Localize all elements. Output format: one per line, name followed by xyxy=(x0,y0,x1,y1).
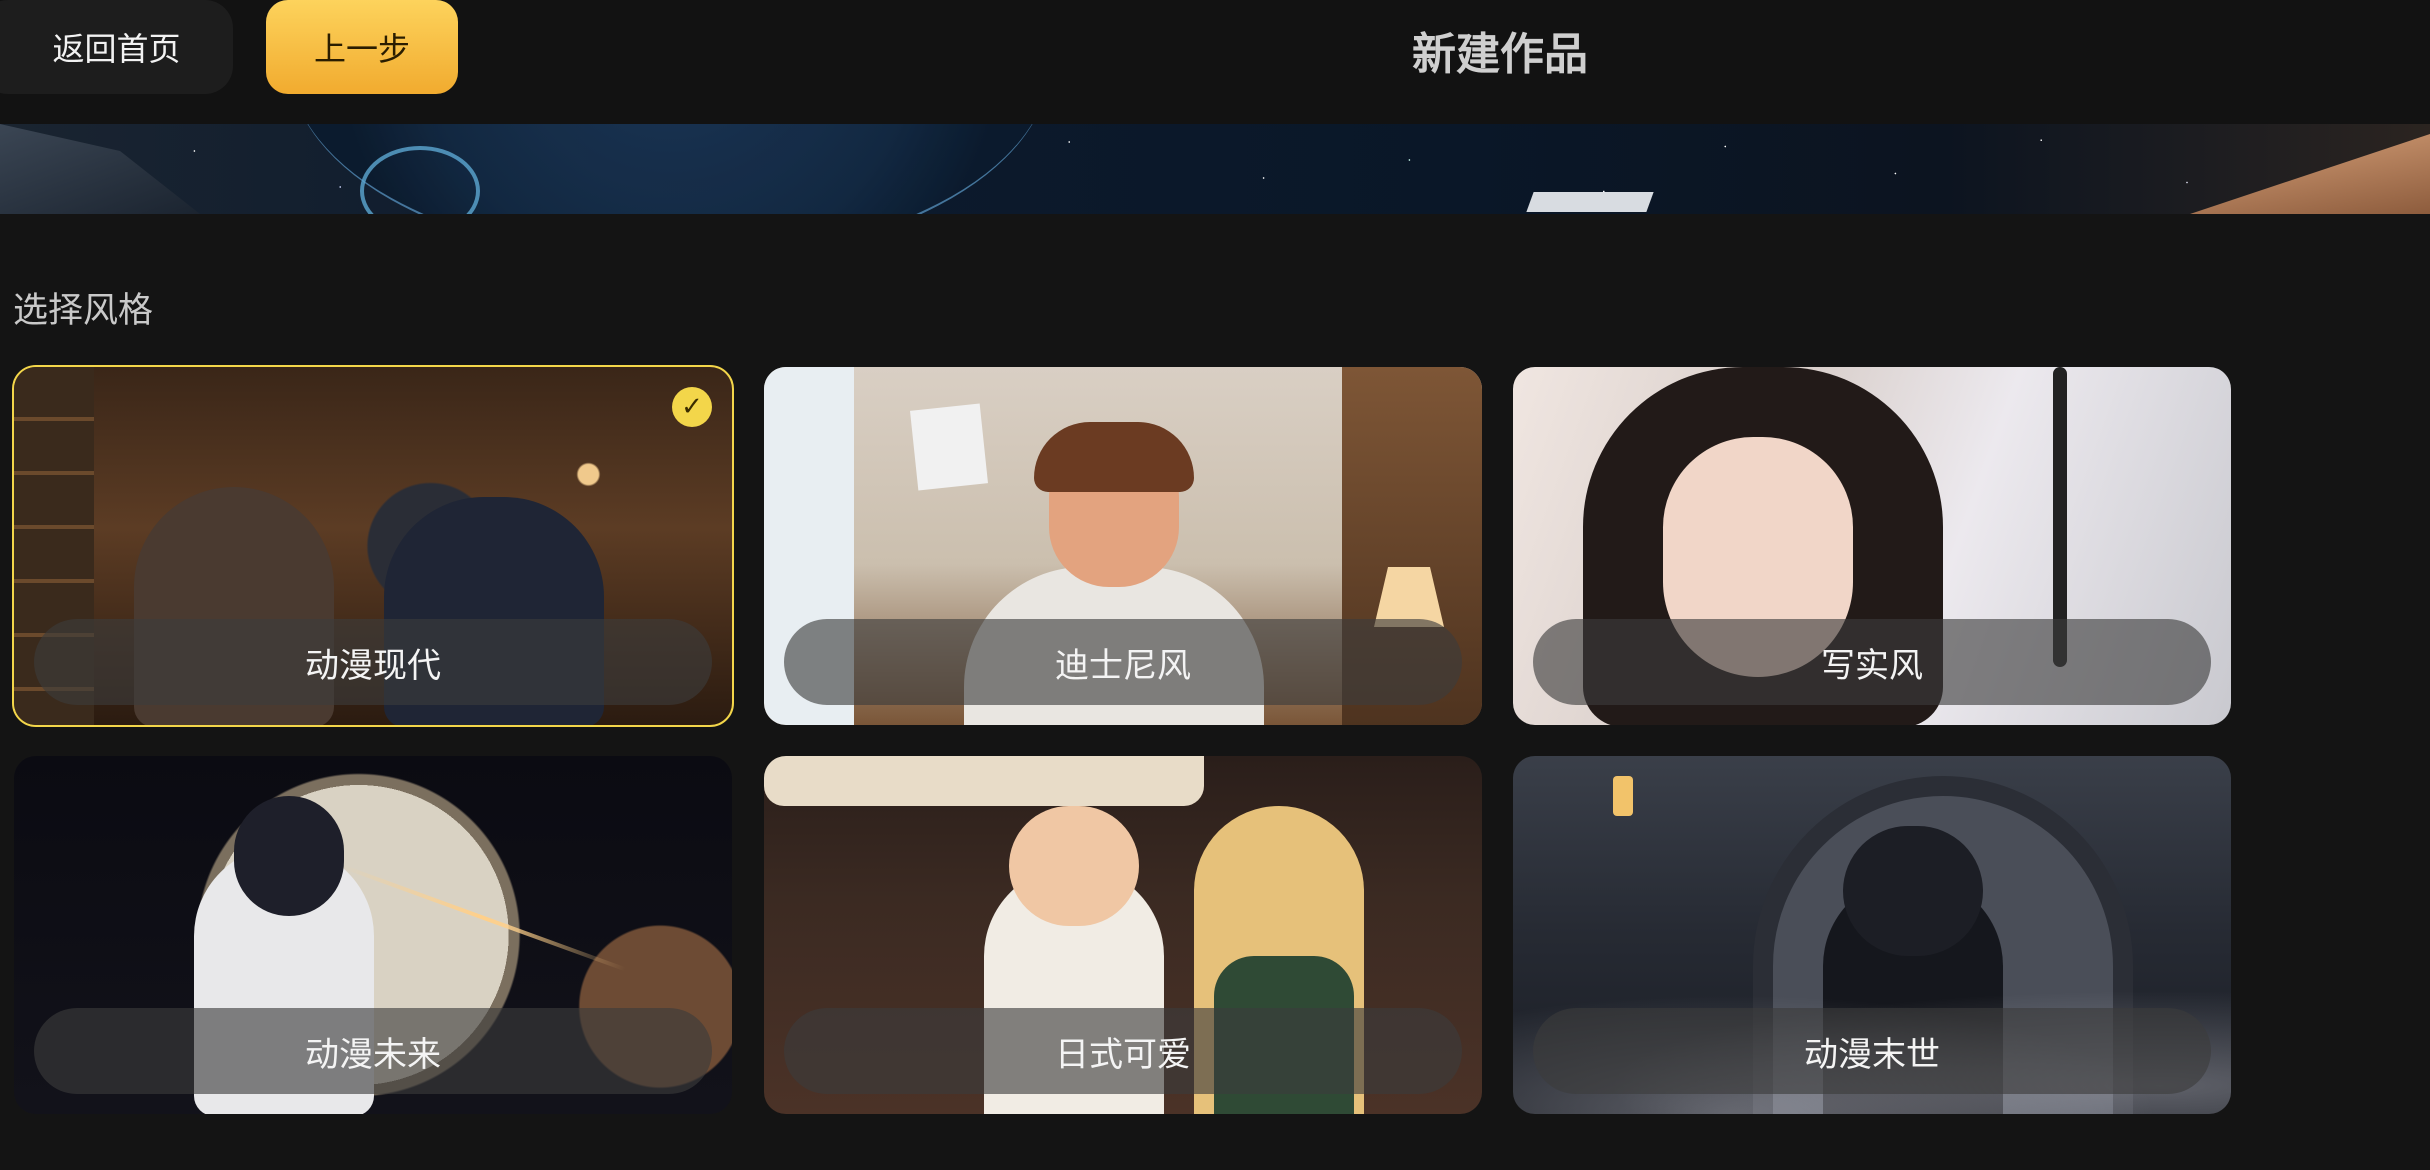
style-label: 动漫未来 xyxy=(34,1008,712,1094)
shop-awning xyxy=(764,756,1204,806)
character-hair xyxy=(1034,422,1194,492)
style-label: 动漫现代 xyxy=(34,619,712,705)
style-label: 日式可爱 xyxy=(784,1008,1462,1094)
page-title: 新建作品 xyxy=(1412,29,1588,80)
character-boy-head xyxy=(1009,806,1139,926)
wall-lamp xyxy=(1613,776,1633,816)
wall-poster xyxy=(910,403,988,491)
banner-light xyxy=(1526,192,1654,212)
style-card-realistic[interactable]: 写实风 xyxy=(1513,367,2231,725)
header-banner-image xyxy=(0,124,2430,214)
style-card-disney[interactable]: 迪士尼风 xyxy=(764,367,1482,725)
style-label: 写实风 xyxy=(1533,619,2211,705)
light-beam xyxy=(342,864,626,972)
style-card-anime-future[interactable]: 动漫未来 xyxy=(14,756,732,1114)
new-work-screen: 返回首页 上一步 新建作品 选择风格 ✓ 动漫现代 迪士尼风 写实风 动漫未来 … xyxy=(0,0,2430,1170)
choose-style-label: 选择风格 xyxy=(13,291,154,331)
astronaut-head xyxy=(234,796,344,916)
top-bar: 返回首页 上一步 新建作品 xyxy=(0,0,2430,124)
style-card-anime-apocalypse[interactable]: 动漫末世 xyxy=(1513,756,2231,1114)
style-card-japanese-cute[interactable]: 日式可爱 xyxy=(764,756,1482,1114)
selected-check-icon: ✓ xyxy=(672,387,712,427)
style-label: 动漫末世 xyxy=(1533,1008,2211,1094)
style-label: 迪士尼风 xyxy=(784,619,1462,705)
character-head xyxy=(1843,826,1983,956)
style-card-anime-modern[interactable]: ✓ 动漫现代 xyxy=(12,365,734,727)
